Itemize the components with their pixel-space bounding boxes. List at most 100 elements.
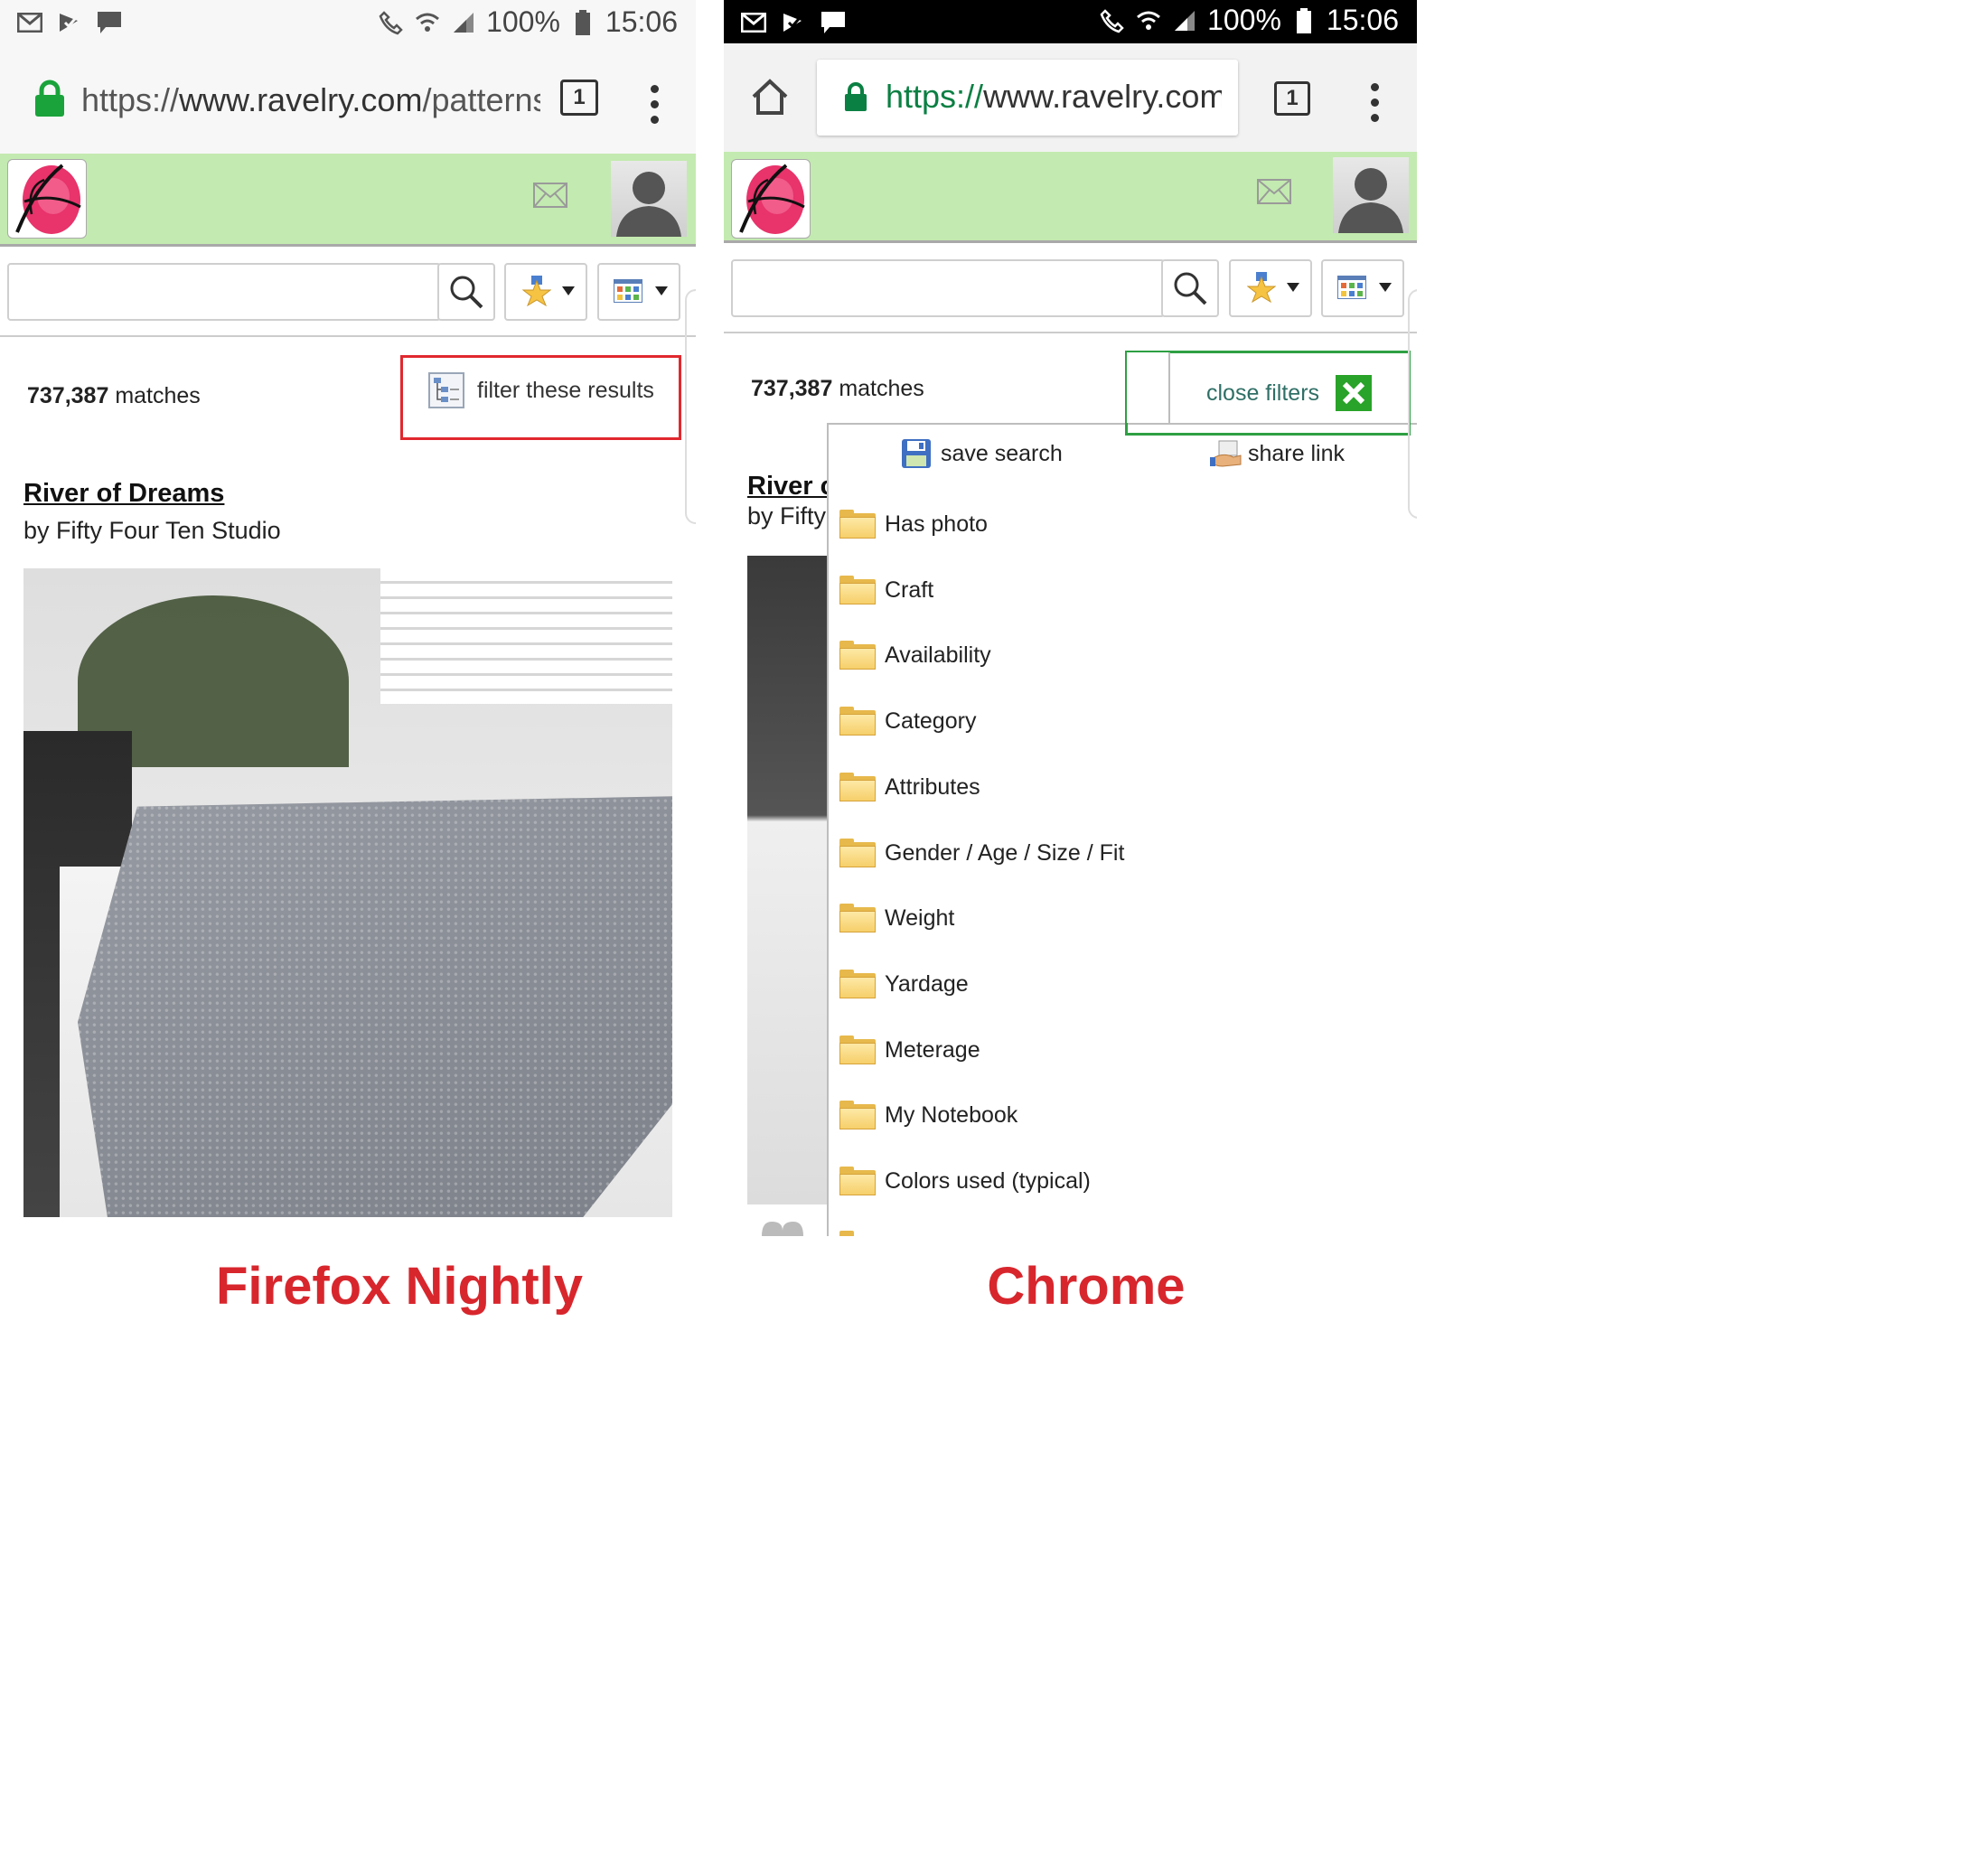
filter-item[interactable]: Yardage <box>839 966 969 1002</box>
pattern-title-link[interactable]: River c <box>747 472 835 501</box>
filter-item[interactable]: Weight <box>839 900 954 936</box>
save-search-label: save search <box>941 440 1063 466</box>
home-icon[interactable] <box>751 78 789 120</box>
url-path: /patterns <box>422 81 540 118</box>
results-count-value: 737,387 <box>751 376 833 401</box>
filter-item-label: Yardage <box>885 970 969 997</box>
filter-item[interactable]: Availability <box>839 637 991 673</box>
filter-item[interactable]: Gender / Age / Size / Fit <box>839 835 1124 871</box>
message-icon <box>820 9 847 36</box>
pattern-title-link[interactable]: River of Dreams <box>23 479 224 509</box>
wifi-icon <box>414 9 441 36</box>
filter-item-partial <box>839 1227 885 1236</box>
overflow-menu-icon[interactable] <box>1371 83 1380 129</box>
filter-item[interactable]: Attributes <box>839 769 980 805</box>
avatar[interactable] <box>611 161 687 237</box>
folder-icon <box>839 1231 876 1236</box>
filter-item-label: Colors used (typical) <box>885 1167 1091 1194</box>
favorites-dropdown[interactable] <box>504 263 587 321</box>
scroll-edge <box>685 289 696 524</box>
tab-count-button[interactable]: 1 <box>1274 81 1310 116</box>
grid-view-icon <box>614 279 642 303</box>
gmail-icon <box>740 9 767 36</box>
knit-blanket <box>78 796 672 1217</box>
url-field[interactable]: https://www.ravelry.com/patterns <box>81 81 540 119</box>
search-button[interactable] <box>437 263 495 321</box>
search-button[interactable] <box>1161 259 1219 317</box>
battery-percent: 100% <box>486 5 560 38</box>
save-search-button[interactable]: save search <box>901 436 1063 472</box>
search-input[interactable] <box>731 259 1165 317</box>
pattern-byline: by Fifty <box>747 502 827 530</box>
filter-item-label: My Notebook <box>885 1101 1018 1128</box>
favorites-dropdown[interactable] <box>1229 259 1312 317</box>
filter-item[interactable]: Has photo <box>839 506 988 542</box>
wifi-icon <box>1135 7 1162 34</box>
mail-icon[interactable] <box>1257 179 1291 209</box>
star-icon <box>522 276 551 306</box>
folder-icon <box>839 773 876 801</box>
pattern-photo[interactable] <box>23 568 672 1217</box>
folder-icon <box>839 641 876 670</box>
clock: 15:06 <box>605 5 678 38</box>
filter-item-label: Category <box>885 708 977 734</box>
wifi-call-icon <box>378 9 405 36</box>
view-dropdown[interactable] <box>597 263 680 321</box>
check-icon <box>780 9 807 36</box>
folder-icon <box>839 904 876 932</box>
folder-icon <box>839 1101 876 1129</box>
mail-icon[interactable] <box>533 183 567 212</box>
address-bar: https://www.ravelry.com/patterns 1 <box>0 47 696 154</box>
avatar[interactable] <box>1333 157 1409 233</box>
filter-item[interactable]: Category <box>839 703 976 739</box>
tab-count-button[interactable]: 1 <box>560 80 598 116</box>
clock: 15:06 <box>1326 4 1399 36</box>
url-domain: www.ravelry.com <box>983 78 1222 115</box>
omnibox[interactable]: https://www.ravelry.com <box>817 60 1238 136</box>
wifi-call-icon <box>1099 7 1126 34</box>
filter-item-label: Attributes <box>885 773 980 800</box>
battery-icon <box>1290 7 1318 34</box>
ravelry-logo[interactable] <box>731 159 811 239</box>
filter-results-label: filter these results <box>477 377 654 403</box>
close-filters-button[interactable]: close filters <box>1206 372 1373 414</box>
floppy-disk-icon <box>902 439 931 468</box>
filter-item[interactable]: My Notebook <box>839 1097 1017 1133</box>
lock-icon <box>34 80 65 122</box>
status-bar: 100% 15:06 <box>724 0 1417 43</box>
battery-percent: 100% <box>1207 4 1281 36</box>
signal-icon <box>450 9 477 36</box>
gmail-icon <box>16 9 43 36</box>
filter-tree-icon <box>428 372 464 408</box>
view-dropdown[interactable] <box>1321 259 1404 317</box>
url-domain: www.ravelry.com <box>179 81 423 118</box>
filter-item[interactable]: Colors used (typical) <box>839 1163 1091 1199</box>
firefox-phone: 100% 15:06 https://www.ravelry.com/patte… <box>0 0 696 1236</box>
lock-icon <box>844 81 867 117</box>
pattern-photo[interactable] <box>747 556 838 1204</box>
overflow-menu-icon[interactable] <box>651 85 660 131</box>
ravelry-header <box>0 154 696 247</box>
folder-icon <box>839 1167 876 1195</box>
search-input[interactable] <box>7 263 441 321</box>
filter-item[interactable]: Craft <box>839 572 933 608</box>
heart-icon[interactable] <box>760 1220 805 1236</box>
results-count-label: matches <box>839 376 924 401</box>
window-blinds <box>380 568 672 704</box>
share-link-button[interactable]: share link <box>1210 436 1345 472</box>
pattern-byline: by Fifty Four Ten Studio <box>23 517 281 544</box>
filter-item[interactable]: Meterage <box>839 1032 980 1068</box>
ravelry-logo[interactable] <box>7 159 87 239</box>
filter-results-button[interactable]: filter these results <box>428 370 654 410</box>
folder-icon <box>839 510 876 539</box>
scroll-edge <box>1408 289 1417 519</box>
photo-slice <box>747 556 838 1204</box>
share-link-icon <box>1210 440 1242 467</box>
filter-item-label: Weight <box>885 904 955 931</box>
results-count-value: 737,387 <box>27 383 109 408</box>
chevron-down-icon <box>655 286 668 295</box>
search-row <box>724 243 1417 333</box>
url-prefix: https:// <box>81 81 180 118</box>
toolbar: https://www.ravelry.com 1 <box>724 43 1417 152</box>
filter-item-label: Gender / Age / Size / Fit <box>885 839 1125 866</box>
